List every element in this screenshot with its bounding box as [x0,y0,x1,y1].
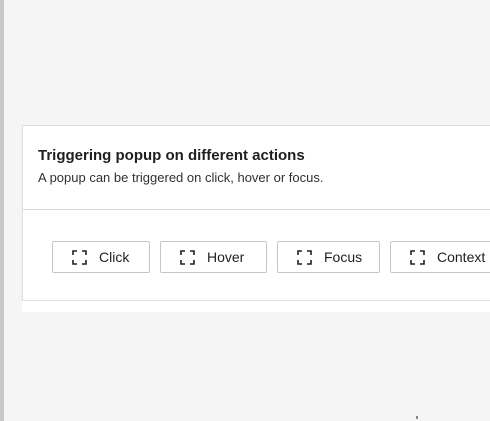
expand-icon [72,249,87,265]
expand-icon [297,249,312,265]
button-label: Click [99,249,130,265]
click-trigger-button[interactable]: Click [52,241,150,273]
button-label: Hover [207,249,245,265]
button-label: Context [437,249,486,265]
cursor-tick [416,416,418,419]
expand-icon [180,249,195,265]
context-trigger-button[interactable]: Context [390,241,490,273]
focus-trigger-button[interactable]: Focus [277,241,380,273]
left-edge-divider [0,0,4,421]
trigger-button-row: Click Hover Focus Context [52,241,490,273]
hover-trigger-button[interactable]: Hover [160,241,267,273]
button-label: Focus [324,249,363,265]
card-header: Triggering popup on different actions A … [23,126,490,210]
card-description: A popup can be triggered on click, hover… [38,170,324,185]
example-card: Triggering popup on different actions A … [22,125,490,301]
card-bottom-strip [22,301,490,312]
card-title: Triggering popup on different actions [38,147,305,164]
expand-icon [410,249,425,265]
